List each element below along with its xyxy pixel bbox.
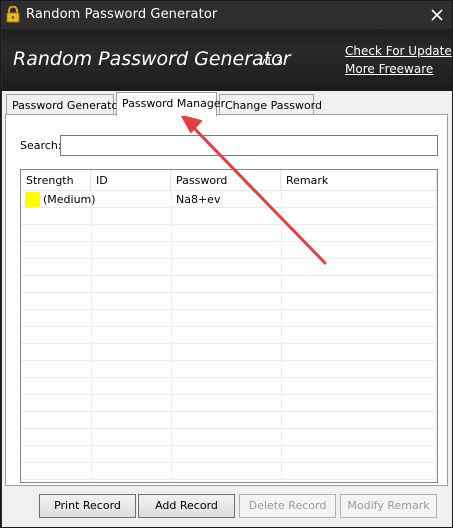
grid-column-divider (171, 191, 172, 482)
lock-icon (6, 6, 20, 23)
app-title: Random Password Generator (13, 48, 291, 70)
add-record-button[interactable]: Add Record (138, 494, 235, 518)
grid-column-divider (436, 191, 437, 482)
column-header-id[interactable]: ID (91, 170, 171, 191)
search-input[interactable] (60, 135, 438, 156)
app-header: Random Password Generator v1.3 Check For… (2, 29, 452, 91)
modify-remark-button[interactable]: Modify Remark (340, 494, 437, 518)
column-header-password[interactable]: Password (171, 170, 281, 191)
strength-color-swatch (25, 192, 40, 207)
check-for-update-link[interactable]: Check For Update (345, 44, 452, 58)
list-header: Strength ID Password Remark (21, 170, 437, 191)
table-row[interactable]: (Medium) Na8+ev (21, 191, 437, 208)
main-body: Password Generator Password Manager Chan… (2, 91, 452, 527)
grid-column-divider (91, 191, 92, 482)
close-icon[interactable] (430, 8, 444, 22)
list-gridlines (21, 191, 437, 482)
more-freeware-link[interactable]: More Freeware (345, 62, 433, 76)
cell-strength: (Medium) (43, 193, 96, 206)
search-label: Search: (20, 139, 62, 152)
tab-password-generator[interactable]: Password Generator (6, 94, 123, 115)
title-bar[interactable]: Random Password Generator (1, 1, 452, 29)
column-header-remark[interactable]: Remark (281, 170, 437, 191)
tab-password-manager[interactable]: Password Manager (116, 92, 225, 116)
print-record-button[interactable]: Print Record (39, 494, 136, 518)
window-title: Random Password Generator (26, 7, 218, 22)
app-version: v1.3 (259, 55, 284, 68)
tab-change-password[interactable]: Change Password (219, 94, 322, 115)
delete-record-button[interactable]: Delete Record (239, 494, 336, 518)
cell-password: Na8+ev (176, 193, 221, 206)
column-header-strength[interactable]: Strength (21, 170, 91, 191)
password-manager-panel: Search: Strength ID Password Remark (Med… (5, 114, 448, 486)
app-window: Random Password Generator Random Passwor… (0, 0, 453, 528)
records-list[interactable]: Strength ID Password Remark (Medium) Na8… (20, 169, 438, 483)
grid-column-divider (281, 191, 282, 482)
